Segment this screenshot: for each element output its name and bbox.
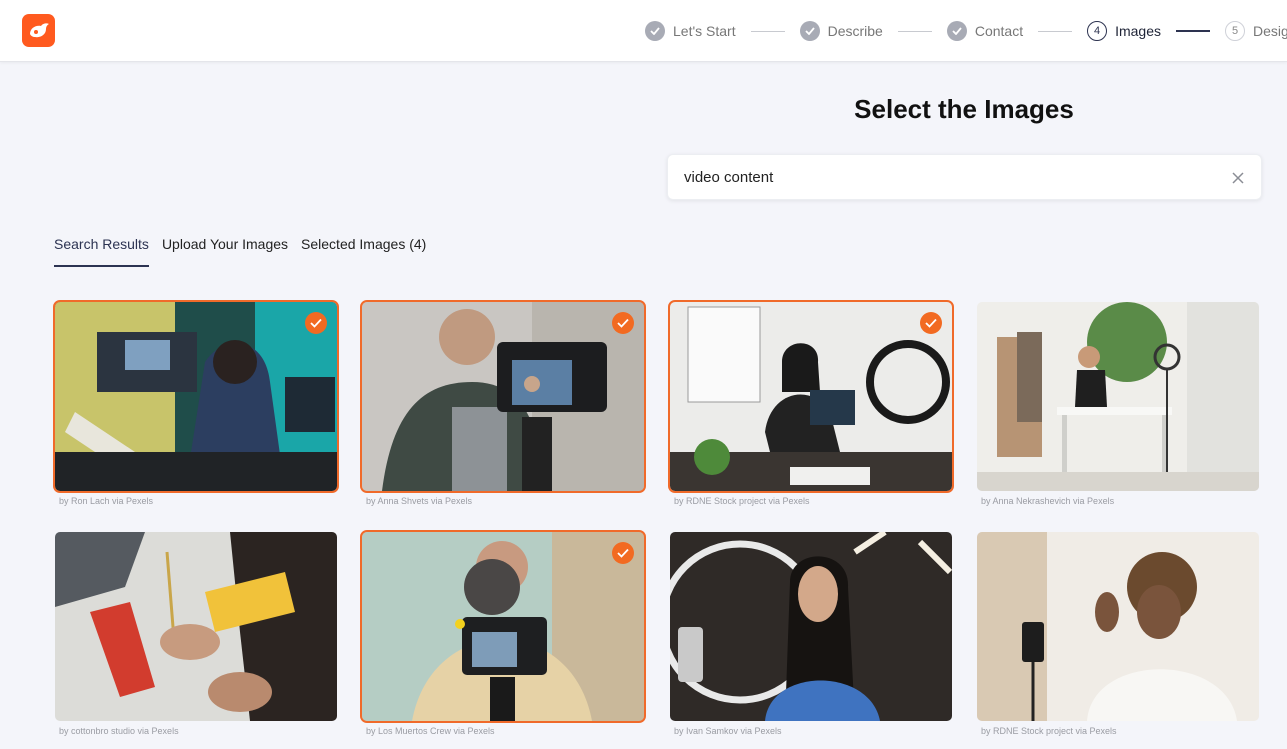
- image-credit: by RDNE Stock project via Pexels: [674, 496, 810, 506]
- close-icon[interactable]: [1229, 169, 1247, 187]
- top-bar: Let's Start Describe Contact 4 Images 5 …: [0, 0, 1287, 62]
- selected-check-icon: [920, 312, 942, 334]
- image-thumbnail[interactable]: [53, 300, 339, 493]
- logo-icon: [29, 22, 49, 37]
- image-card[interactable]: by RDNE Stock project via Pexels: [977, 532, 1259, 736]
- step-describe[interactable]: Describe: [799, 21, 883, 41]
- image-thumbnail[interactable]: [55, 532, 337, 721]
- progress-stepper: Let's Start Describe Contact 4 Images 5 …: [645, 19, 1287, 43]
- image-thumbnail[interactable]: [670, 532, 952, 721]
- image-thumbnail[interactable]: [360, 300, 646, 493]
- image-credit: by cottonbro studio via Pexels: [59, 726, 179, 736]
- photo-makeup-ring-light: [670, 532, 952, 721]
- step-number: 4: [1087, 21, 1108, 41]
- image-card[interactable]: by Ivan Samkov via Pexels: [670, 532, 952, 736]
- check-circle-icon: [946, 21, 967, 41]
- step-images[interactable]: 4 Images: [1087, 21, 1161, 41]
- step-design[interactable]: 5 Design: [1225, 21, 1287, 41]
- step-connector: [897, 30, 932, 32]
- image-source-tabs: Search Results Upload Your Images Select…: [54, 236, 439, 267]
- selected-check-icon: [612, 542, 634, 564]
- tab-search-results[interactable]: Search Results: [54, 236, 149, 267]
- image-credit: by Anna Nekrashevich via Pexels: [981, 496, 1115, 506]
- image-credit: by Los Muertos Crew via Pexels: [366, 726, 495, 736]
- step-label: Images: [1115, 23, 1162, 39]
- app-logo[interactable]: [22, 14, 55, 47]
- selected-check-icon: [305, 312, 327, 334]
- image-credit: by Ron Lach via Pexels: [59, 496, 154, 506]
- image-card[interactable]: by cottonbro studio via Pexels: [55, 532, 337, 736]
- step-lets-start[interactable]: Let's Start: [645, 21, 736, 41]
- photo-editor-desk: [55, 302, 337, 491]
- image-card[interactable]: by Anna Shvets via Pexels: [360, 300, 646, 506]
- photo-writing-desk: [55, 532, 337, 721]
- step-connector: [750, 30, 785, 32]
- image-card[interactable]: by Ron Lach via Pexels: [53, 300, 339, 506]
- step-connector: [1038, 30, 1073, 32]
- image-credit: by Ivan Samkov via Pexels: [674, 726, 782, 736]
- photo-ring-light-presenter: [670, 302, 952, 491]
- photo-camera-interview: [362, 302, 644, 491]
- photo-home-studio: [977, 302, 1259, 491]
- image-thumbnail[interactable]: [668, 300, 954, 493]
- image-thumbnail[interactable]: [977, 302, 1259, 491]
- tab-selected-images[interactable]: Selected Images (4): [301, 236, 426, 267]
- check-circle-icon: [645, 21, 665, 41]
- image-thumbnail[interactable]: [360, 530, 646, 723]
- step-connector-active: [1176, 30, 1211, 32]
- photo-smartphone-vlogger: [977, 532, 1259, 721]
- step-label: Design: [1253, 23, 1287, 39]
- image-credit: by RDNE Stock project via Pexels: [981, 726, 1117, 736]
- step-label: Contact: [974, 23, 1024, 39]
- image-card[interactable]: by RDNE Stock project via Pexels: [668, 300, 954, 506]
- step-label: Let's Start: [673, 23, 736, 39]
- image-card[interactable]: by Anna Nekrashevich via Pexels: [977, 302, 1259, 506]
- step-label: Describe: [827, 23, 883, 39]
- image-search-input[interactable]: video content: [667, 154, 1262, 200]
- step-number: 5: [1225, 21, 1246, 41]
- image-credit: by Anna Shvets via Pexels: [366, 496, 473, 506]
- image-thumbnail[interactable]: [977, 532, 1259, 721]
- step-contact[interactable]: Contact: [946, 21, 1024, 41]
- photo-vlog-camera-mic: [362, 532, 644, 721]
- search-query[interactable]: video content: [684, 169, 773, 186]
- tab-upload-images[interactable]: Upload Your Images: [162, 236, 288, 267]
- page-title: Select the Images: [854, 94, 1074, 124]
- check-circle-icon: [799, 21, 820, 41]
- selected-check-icon: [612, 312, 634, 334]
- image-card[interactable]: by Los Muertos Crew via Pexels: [360, 530, 646, 736]
